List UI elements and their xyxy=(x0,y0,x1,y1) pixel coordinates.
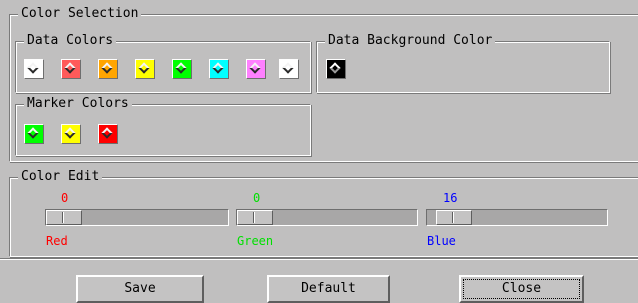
marker-colors-legend: Marker Colors xyxy=(24,96,132,112)
data-background-color-group: Data Background Color xyxy=(316,33,610,93)
data-color-swatch-8[interactable] xyxy=(279,59,299,79)
diamond-icon xyxy=(64,127,76,139)
color-selection-legend: Color Selection xyxy=(18,6,142,22)
data-color-swatch-4[interactable] xyxy=(135,59,155,79)
data-color-swatch-2[interactable] xyxy=(61,59,81,79)
marker-color-swatch-3[interactable] xyxy=(98,124,118,144)
data-background-color-legend: Data Background Color xyxy=(325,33,496,49)
button-separator xyxy=(0,258,638,260)
data-color-swatch-3[interactable] xyxy=(98,59,118,79)
diamond-icon xyxy=(27,62,39,74)
data-colors-legend: Data Colors xyxy=(24,33,117,49)
slider-grip xyxy=(452,212,454,223)
diamond-icon xyxy=(101,62,113,74)
marker-color-swatch-1[interactable] xyxy=(24,124,44,144)
diamond-icon xyxy=(27,127,39,139)
green-slider[interactable] xyxy=(236,209,418,226)
data-color-swatch-1[interactable] xyxy=(24,59,44,79)
red-slider[interactable] xyxy=(45,209,229,226)
green-label: Green xyxy=(237,234,274,248)
diamond-icon xyxy=(329,62,341,74)
diamond-icon xyxy=(249,62,261,74)
slider-grip xyxy=(253,212,255,223)
data-color-swatch-7[interactable] xyxy=(246,59,266,79)
close-button[interactable]: Close xyxy=(459,275,584,303)
data-colors-group: Data Colors xyxy=(15,33,311,93)
color-edit-legend: Color Edit xyxy=(18,169,103,185)
diamond-icon xyxy=(64,62,76,74)
slider-grip xyxy=(62,212,64,223)
diamond-icon xyxy=(101,127,113,139)
data-color-swatch-5[interactable] xyxy=(172,59,192,79)
save-button[interactable]: Save xyxy=(76,275,204,303)
diamond-icon xyxy=(138,62,150,74)
blue-slider-thumb[interactable] xyxy=(436,210,472,225)
red-slider-thumb[interactable] xyxy=(46,210,82,225)
diamond-icon xyxy=(212,62,224,74)
marker-colors-group: Marker Colors xyxy=(15,96,311,156)
red-label: Red xyxy=(46,234,68,248)
diamond-icon xyxy=(175,62,187,74)
red-value: 0 xyxy=(61,191,69,205)
marker-color-swatch-2[interactable] xyxy=(61,124,81,144)
green-slider-thumb[interactable] xyxy=(237,210,273,225)
data-color-swatch-6[interactable] xyxy=(209,59,229,79)
blue-value: 16 xyxy=(443,191,458,205)
green-value: 0 xyxy=(253,191,261,205)
blue-slider[interactable] xyxy=(426,209,608,226)
diamond-icon xyxy=(282,62,294,74)
default-button[interactable]: Default xyxy=(267,275,390,303)
data-background-swatch[interactable] xyxy=(326,59,346,79)
blue-label: Blue xyxy=(427,234,456,248)
